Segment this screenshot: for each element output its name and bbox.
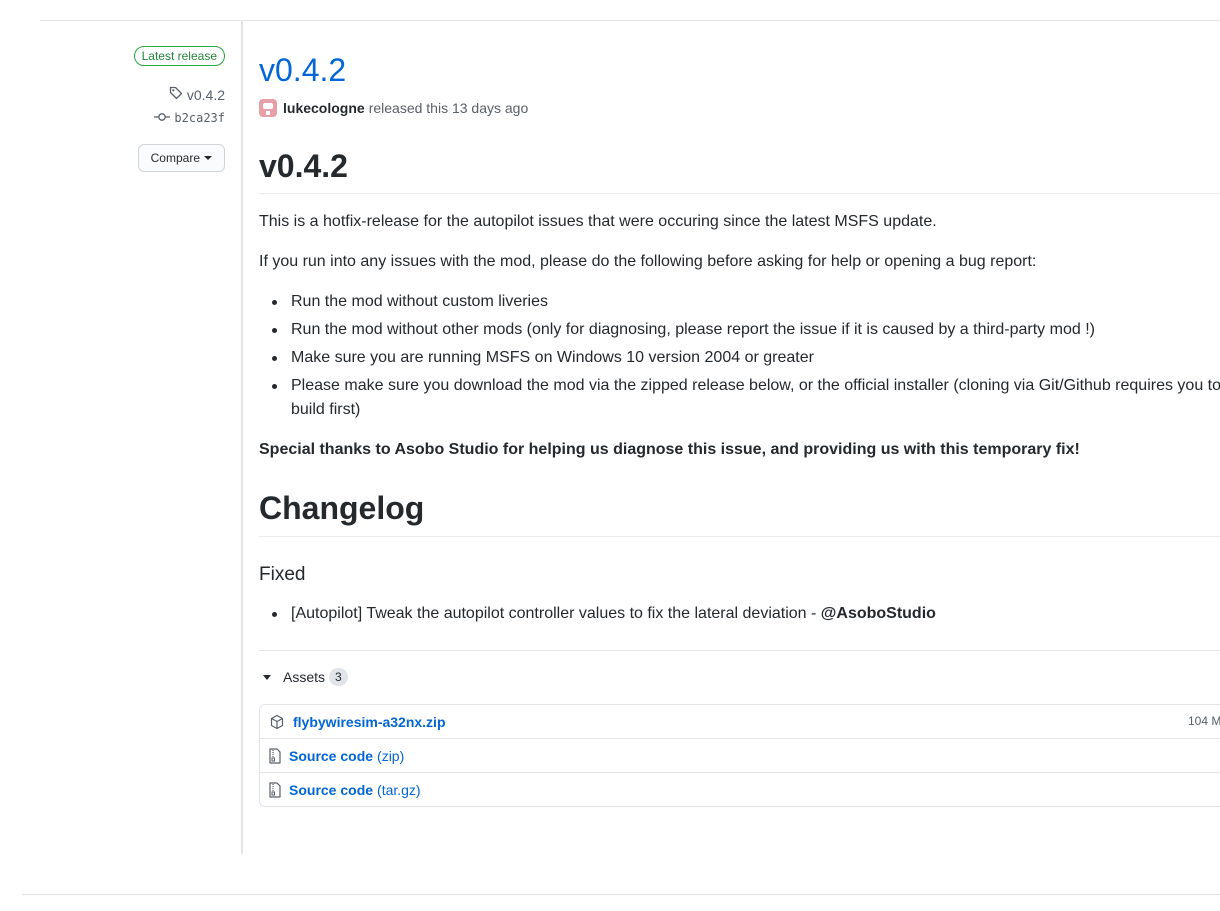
assets-count-badge: 3	[329, 668, 348, 686]
footer-divider	[22, 894, 1220, 895]
thanks-paragraph: Special thanks to Asobo Studio for helpi…	[259, 441, 1080, 458]
tag-icon	[168, 85, 184, 104]
release-body-heading: v0.4.2	[259, 148, 348, 184]
heading-divider	[259, 193, 1220, 194]
released-text: released this 13 days ago	[368, 100, 529, 116]
assets-label: Assets	[283, 669, 326, 685]
commit-icon	[154, 111, 171, 125]
list-item: [Autopilot] Tweak the autopilot controll…	[272, 602, 936, 626]
fixed-heading: Fixed	[259, 564, 306, 585]
avatar[interactable]	[259, 99, 277, 117]
asset-row: Source code (tar.gz)	[260, 772, 1220, 806]
assets-list: flybywiresim-a32nx.zip 104 M Source code…	[259, 704, 1220, 807]
assets-toggle[interactable]: Assets 3	[263, 668, 348, 686]
tag-link[interactable]: v0.4.2	[168, 85, 225, 104]
asset-format: (tar.gz)	[377, 781, 421, 798]
chevron-down-icon	[204, 156, 212, 160]
compare-button[interactable]: Compare	[137, 144, 225, 172]
list-item: Run the mod without other mods (only for…	[272, 318, 1095, 342]
timeline-divider	[241, 21, 243, 854]
latest-release-badge: Latest release	[133, 46, 225, 66]
package-icon	[269, 714, 285, 730]
asset-download-link[interactable]: flybywiresim-a32nx.zip	[293, 714, 446, 730]
user-mention-link[interactable]: @AsoboStudio	[821, 605, 936, 622]
list-item: Make sure you are running MSFS on Window…	[272, 346, 814, 370]
asset-size: 104 M	[1188, 714, 1220, 728]
release-page: Latest release v0.4.2 b2ca23f Compare v0…	[0, 0, 1220, 911]
source-code-zip-link[interactable]: Source code	[289, 748, 373, 764]
commit-sha: b2ca23f	[174, 111, 225, 125]
fixed-item-text: [Autopilot] Tweak the autopilot controll…	[291, 605, 821, 622]
list-item-continuation: build first)	[291, 401, 361, 418]
changelog-heading: Changelog	[259, 490, 425, 526]
intro-paragraph: This is a hotfix-release for the autopil…	[259, 213, 937, 230]
compare-label: Compare	[150, 151, 200, 165]
release-title-link[interactable]: v0.4.2	[259, 52, 346, 88]
source-code-targz-link[interactable]: Source code	[289, 782, 373, 798]
tag-label: v0.4.2	[186, 86, 225, 103]
changelog-divider	[259, 536, 1220, 537]
file-zip-icon	[269, 781, 281, 798]
list-item: Run the mod without custom liveries	[272, 290, 548, 314]
release-byline: lukecologne released this 13 days ago	[259, 99, 528, 117]
list-item: Please make sure you download the mod vi…	[272, 374, 1220, 398]
commit-link[interactable]: b2ca23f	[154, 111, 225, 125]
caret-down-icon	[263, 674, 271, 680]
assets-divider	[259, 650, 1220, 651]
asset-row: flybywiresim-a32nx.zip 104 M	[260, 705, 1220, 738]
asset-format: (zip)	[377, 747, 405, 764]
top-divider	[40, 20, 1220, 21]
instructions-paragraph: If you run into any issues with the mod,…	[259, 253, 1037, 270]
author-link[interactable]: lukecologne	[283, 100, 365, 116]
file-zip-icon	[269, 747, 281, 764]
asset-row: Source code (zip)	[260, 738, 1220, 772]
